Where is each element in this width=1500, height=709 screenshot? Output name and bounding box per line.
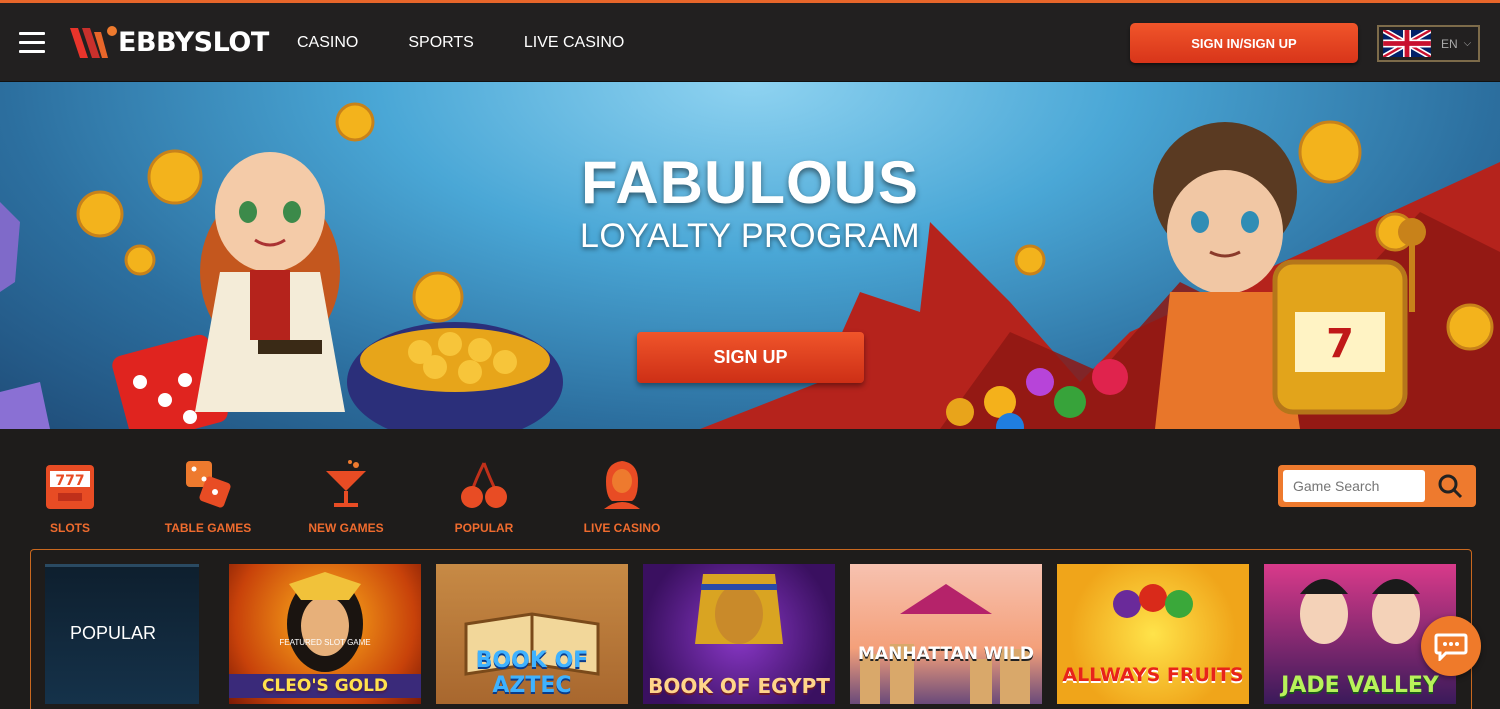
signin-signup-button[interactable]: SIGN IN/SIGN UP [1130,23,1358,63]
category-label: SLOTS [49,521,90,535]
game-tile-manhattan-wild[interactable]: MANHATTAN WILD [850,564,1042,704]
featured-tag: FEATURED SLOT GAME [279,638,371,647]
search-button[interactable] [1430,470,1470,502]
game-tile-cleos-gold[interactable]: FEATURED SLOT GAME CLEO'S GOLD [229,564,421,704]
dealer-icon [604,461,640,509]
category-label: POPULAR [454,521,514,535]
category-new-games[interactable]: NEW GAMES [286,457,406,535]
hero-title: FABULOUS [581,149,919,216]
svg-text:7: 7 [1326,321,1354,367]
language-selector[interactable]: EN ⌵ [1377,25,1480,62]
game-tile-allways-fruits[interactable]: ALLWAYS FRUITS [1057,564,1249,704]
main-nav: CASINO SPORTS LIVE CASINO [297,34,674,52]
hero-subtitle: LOYALTY PROGRAM [579,217,921,255]
language-code: EN [1441,36,1458,51]
svg-text:777: 777 [55,473,84,489]
cocktail-icon [326,460,366,507]
search-icon [1438,474,1463,499]
category-bar: 777 SLOTS TABLE GAMES NEW GAMES POPULAR … [0,429,1500,549]
games-grid: POPULAR FEATURED SLOT GAME CLEO'S GOLD B… [30,549,1472,709]
game-title: JADE VALLEY [1281,673,1439,698]
hamburger-menu-icon[interactable] [19,32,45,54]
chevron-down-icon: ⌵ [1463,38,1472,49]
category-label: LIVE CASINO [583,521,661,535]
hero-signup-button[interactable]: SIGN UP [637,332,864,383]
game-title: CLEO'S GOLD [229,674,421,698]
game-tile-book-of-aztec[interactable]: BOOK OF AZTEC [436,564,628,704]
game-title: ALLWAYS FRUITS [1062,664,1244,686]
category-table-games[interactable]: TABLE GAMES [148,457,268,535]
category-live-casino[interactable]: LIVE CASINO [562,457,682,535]
game-search [1278,465,1476,507]
game-search-input[interactable] [1283,470,1425,502]
nav-casino[interactable]: CASINO [297,34,358,52]
hero-banner: 7 FABULOUS LOYALTY PROGRAM SIGN UP [0,82,1500,429]
game-title: BOOK OF AZTEC [475,648,589,698]
slot-machine-icon: 777 [46,465,94,509]
top-header: EBBYSLOT CASINO SPORTS LIVE CASINO SIGN … [0,0,1500,82]
nav-sports[interactable]: SPORTS [408,34,474,52]
category-label: NEW GAMES [308,521,384,535]
category-popular[interactable]: POPULAR [424,457,544,535]
category-label: TABLE GAMES [164,521,252,535]
popular-label: POPULAR [70,623,157,643]
logo[interactable]: EBBYSLOT [68,20,269,64]
cherries-icon [461,462,507,508]
logo-mark-icon [70,26,117,58]
game-tile-book-of-egypt[interactable]: BOOK OF EGYPT [643,564,835,704]
chat-bubble-icon [1434,633,1468,661]
game-title: MANHATTAN WILD [858,644,1034,664]
chat-button[interactable] [1421,616,1481,676]
logo-text: EBBYSLOT [118,26,269,58]
game-title: BOOK OF EGYPT [648,674,830,698]
skyline-art [860,584,1030,704]
dice-icon [186,461,231,508]
popular-section-tile: POPULAR [45,564,199,704]
category-slots[interactable]: 777 SLOTS [10,457,130,535]
nav-live-casino[interactable]: LIVE CASINO [524,34,624,52]
uk-flag-icon [1383,30,1431,57]
